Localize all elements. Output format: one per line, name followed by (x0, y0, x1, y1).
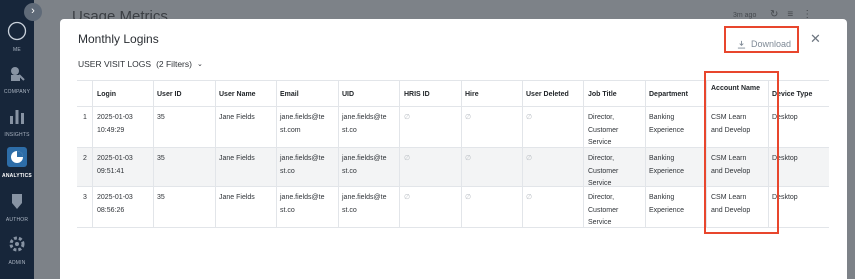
sidebar-item-label: INSIGHTS (4, 132, 30, 138)
sidebar-item-company[interactable]: COMPANY (0, 63, 34, 95)
column-divider (522, 81, 523, 228)
login-cell: 2025-01-03 09:51:41 (97, 155, 133, 175)
email-cell: jane.fields@te st.com (280, 114, 325, 134)
company-icon (11, 67, 25, 81)
sidebar-item-insights[interactable]: INSIGHTS (0, 106, 34, 138)
updated-timestamp: 3m ago (733, 12, 757, 19)
row-index: 1 (83, 114, 87, 121)
column-divider (645, 81, 646, 228)
filter-count: (2 Filters) (156, 59, 192, 69)
hris-id-cell: ∅ (404, 155, 411, 162)
column-header-email[interactable]: Email (280, 89, 299, 102)
column-header-department[interactable]: Department (649, 89, 688, 102)
sidebar-item-author[interactable]: AUTHOR (0, 191, 34, 223)
user-name-cell: Jane Fields (219, 155, 255, 162)
row-index: 2 (83, 155, 87, 162)
sidebar-item-admin[interactable]: ADMIN (0, 234, 34, 266)
email-cell: jane.fields@te st.co (280, 194, 325, 214)
close-icon[interactable]: ✕ (810, 31, 821, 47)
monthly-logins-modal: Monthly Logins Download ✕ USER VISIT LOG… (60, 19, 847, 279)
pie-chart-icon (7, 147, 27, 167)
column-header-uid[interactable]: UID (342, 89, 354, 102)
user-id-cell: 35 (157, 155, 165, 162)
department-cell: Banking Experience (649, 155, 685, 175)
user-name-cell: Jane Fields (219, 194, 255, 201)
column-divider (338, 81, 339, 228)
job-title-cell: Director, Customer Service (588, 194, 619, 226)
department-cell: Banking Experience (649, 114, 685, 134)
user-deleted-cell: ∅ (526, 155, 533, 162)
column-header-hire[interactable]: Hire (465, 89, 479, 102)
hire-cell: ∅ (465, 194, 472, 201)
job-title-cell: Director, Customer Service (588, 155, 619, 187)
account-name-highlight-box (704, 71, 779, 234)
uid-cell: jane.fields@te st.co (342, 194, 387, 214)
job-title-cell: Director, Customer Service (588, 114, 619, 146)
hire-cell: ∅ (465, 114, 472, 121)
sidebar-item-label: ADMIN (8, 260, 26, 266)
uid-cell: jane.fields@te st.co (342, 155, 387, 175)
author-icon (12, 194, 22, 209)
sidebar-item-label: ANALYTICS (2, 173, 32, 179)
column-divider (583, 81, 584, 228)
left-sidebar: ME COMPANY INSIGHTS ANALYTICS AUTHOR ADM… (0, 0, 34, 279)
department-cell: Banking Experience (649, 194, 685, 214)
column-header-user-deleted[interactable]: User Deleted (526, 89, 569, 102)
column-divider (399, 81, 400, 228)
chevron-right-icon: › (31, 5, 35, 17)
column-header-hris-id[interactable]: HRIS ID (404, 89, 430, 102)
row-index: 3 (83, 194, 87, 201)
user-id-cell: 35 (157, 194, 165, 201)
login-cell: 2025-01-03 08:56:26 (97, 194, 133, 214)
column-header-login[interactable]: Login (97, 89, 116, 102)
uid-cell: jane.fields@te st.co (342, 114, 387, 134)
sidebar-item-label: ME (13, 47, 21, 53)
hire-cell: ∅ (465, 155, 472, 162)
column-header-user-id[interactable]: User ID (157, 89, 182, 102)
filter-dropdown[interactable]: USER VISIT LOGS (2 Filters) ⌄ (78, 59, 203, 69)
column-divider (92, 81, 93, 228)
hris-id-cell: ∅ (404, 194, 411, 201)
user-name-cell: Jane Fields (219, 114, 255, 121)
hris-id-cell: ∅ (404, 114, 411, 121)
login-cell: 2025-01-03 10:49:29 (97, 114, 133, 134)
sidebar-item-me[interactable]: ME (0, 21, 34, 53)
sidebar-item-label: COMPANY (3, 89, 31, 95)
column-header-job-title[interactable]: Job Title (588, 89, 617, 102)
column-divider (215, 81, 216, 228)
download-highlight-box (724, 26, 799, 53)
user-id-cell: 35 (157, 114, 165, 121)
column-divider (276, 81, 277, 228)
column-header-user-name[interactable]: User Name (219, 89, 256, 102)
column-divider (153, 81, 154, 228)
filter-label: USER VISIT LOGS (78, 59, 152, 69)
sidebar-collapse-button[interactable]: › (24, 3, 42, 21)
modal-title: Monthly Logins (78, 32, 159, 46)
bar-chart-icon (10, 110, 24, 124)
email-cell: jane.fields@te st.co (280, 155, 325, 175)
user-deleted-cell: ∅ (526, 194, 533, 201)
sidebar-item-label: AUTHOR (5, 217, 29, 223)
sidebar-item-analytics[interactable]: ANALYTICS (0, 147, 34, 179)
chevron-down-icon: ⌄ (196, 61, 203, 68)
column-divider (461, 81, 462, 228)
user-deleted-cell: ∅ (526, 114, 533, 121)
avatar-icon (7, 21, 27, 41)
gear-icon (9, 236, 25, 252)
